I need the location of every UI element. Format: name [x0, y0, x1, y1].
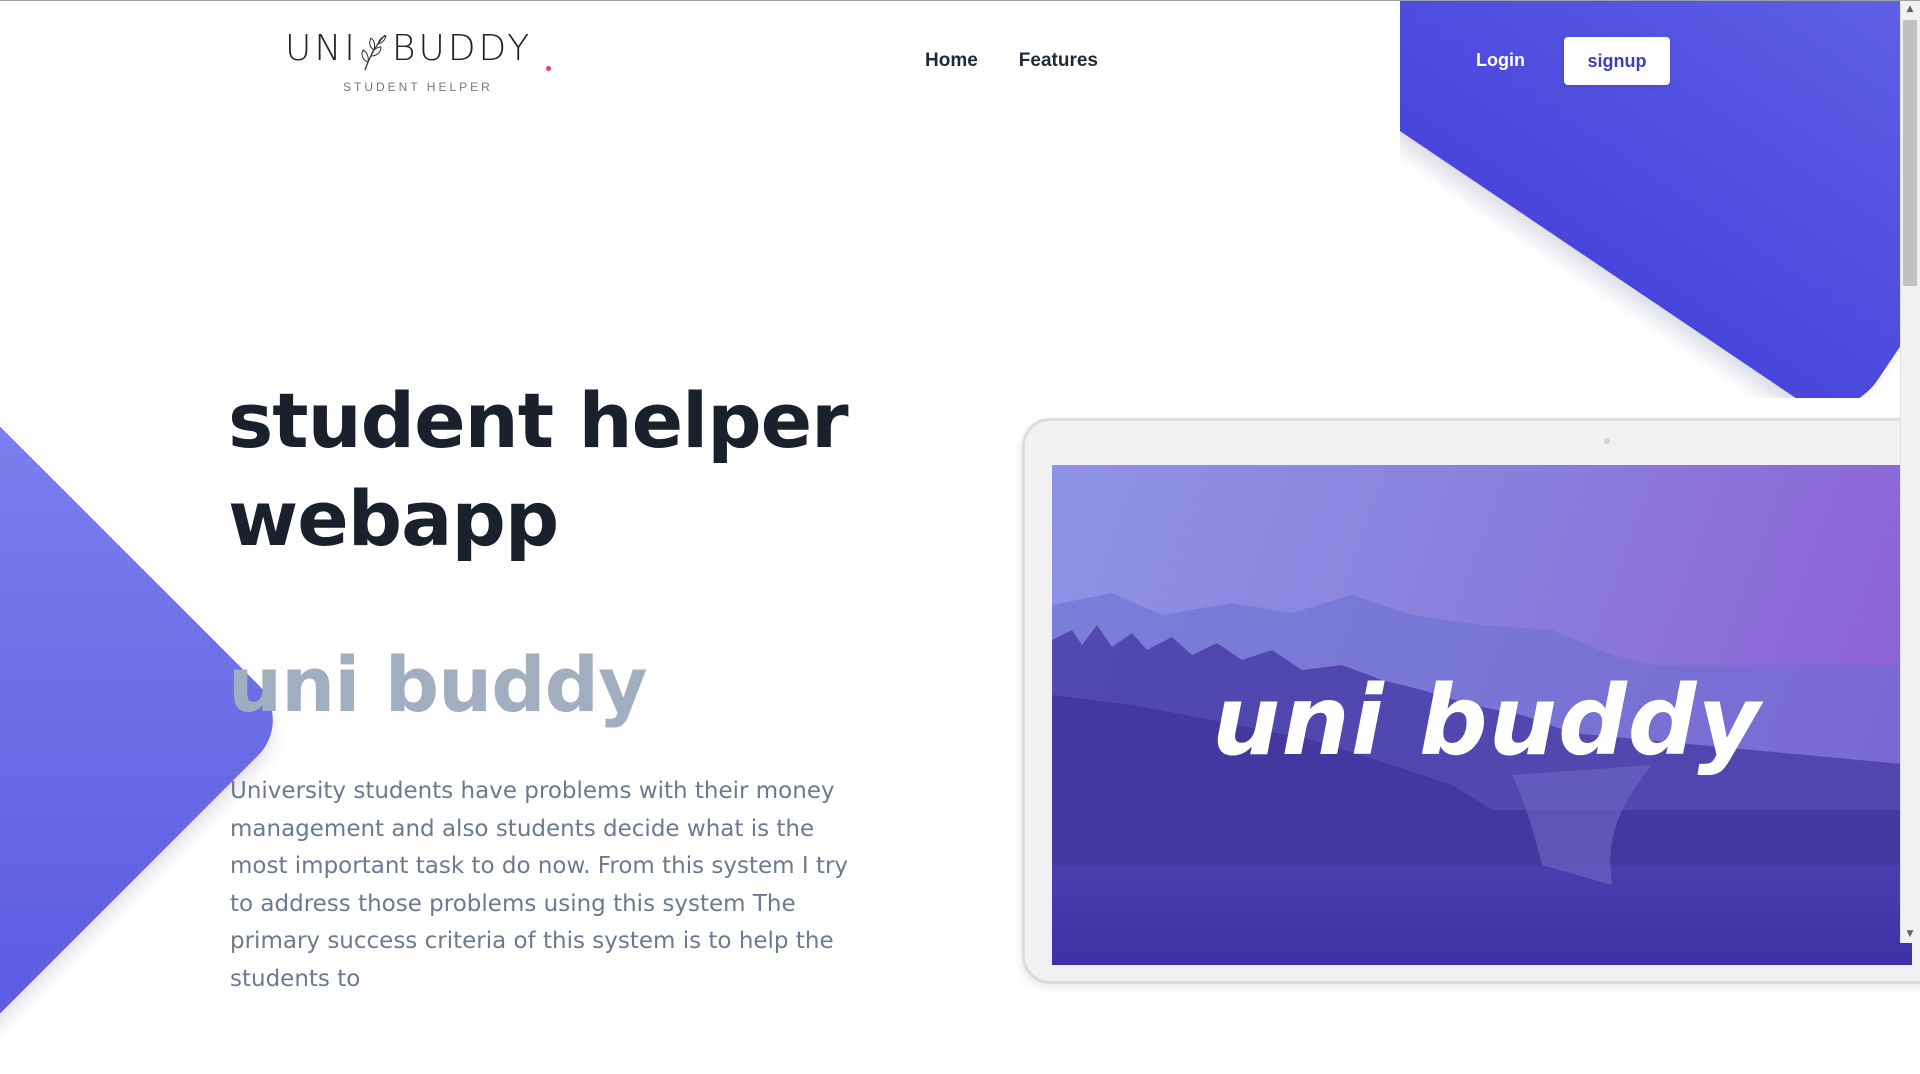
leaf-icon: [361, 34, 387, 71]
login-button[interactable]: Login: [1476, 50, 1525, 71]
logo-dot: [546, 66, 551, 71]
laptop-screen-image: uni buddy: [1052, 465, 1912, 965]
logo-tagline: STUDENT HELPER: [343, 80, 493, 94]
window-top-border: [0, 0, 1920, 1]
scroll-up-arrow-icon[interactable]: ▲: [1904, 3, 1916, 15]
nav-link-features[interactable]: Features: [1019, 50, 1098, 72]
hero-description: University students have problems with t…: [230, 778, 849, 992]
hero-subtitle: uni buddy: [228, 640, 648, 729]
nav-link-home[interactable]: Home: [925, 50, 978, 72]
hero-title: student helper webapp: [228, 376, 849, 563]
signup-button[interactable]: signup: [1564, 37, 1670, 85]
logo-text-left: UNI: [285, 28, 358, 69]
laptop-camera: [1604, 438, 1610, 444]
screen-title: uni buddy: [1212, 665, 1762, 777]
logo-text-right: BUDDY: [391, 28, 533, 69]
scrollbar-thumb[interactable]: [1903, 20, 1917, 286]
logo-wordmark: UNI BUDDY: [285, 28, 532, 69]
main-nav: Home Features: [925, 50, 1098, 72]
site-logo[interactable]: UNI BUDDY STUDENT HELPER: [285, 28, 555, 98]
scroll-down-arrow-icon[interactable]: ▼: [1904, 928, 1916, 940]
